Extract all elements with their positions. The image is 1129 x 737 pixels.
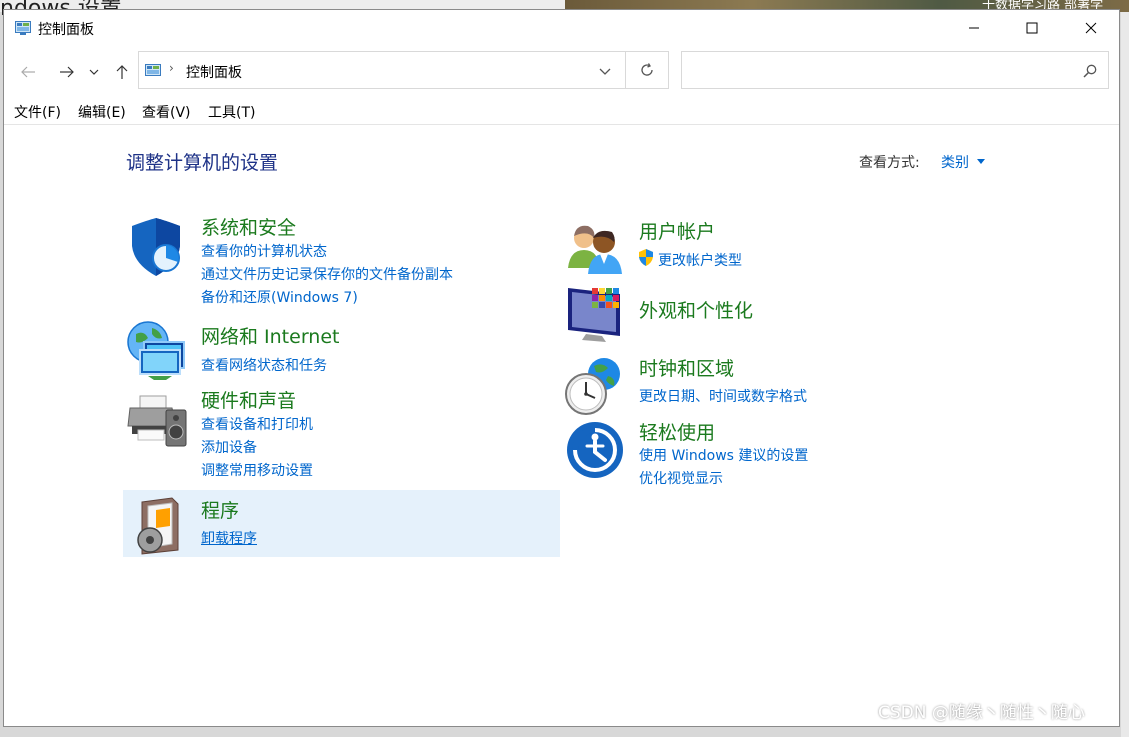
clock-globe-icon[interactable]: [564, 356, 626, 418]
programs-disc-icon[interactable]: [126, 494, 188, 556]
category-hardware-sound[interactable]: 硬件和声音: [201, 386, 296, 413]
minimize-icon: [969, 27, 979, 29]
arrow-right-icon: [60, 66, 74, 78]
menu-tools[interactable]: 工具(T): [208, 102, 255, 122]
menu-file[interactable]: 文件(F): [14, 102, 61, 122]
link-windows-recommended-settings[interactable]: 使用 Windows 建议的设置: [639, 445, 808, 465]
link-mobility-settings[interactable]: 调整常用移动设置: [201, 460, 313, 480]
shield-icon[interactable]: [126, 216, 188, 278]
link-change-date-time-format[interactable]: 更改日期、时间或数字格式: [639, 386, 807, 406]
network-globe-icon[interactable]: [126, 320, 188, 382]
address-bar[interactable]: › 控制面板: [138, 51, 626, 89]
minimize-button[interactable]: [945, 10, 1003, 46]
category-programs[interactable]: 程序: [201, 496, 239, 523]
category-clock-region[interactable]: 时钟和区域: [639, 354, 734, 381]
category-ease-of-access[interactable]: 轻松使用: [639, 418, 715, 445]
view-by-dropdown[interactable]: 类别: [941, 152, 969, 172]
window-title: 控制面板: [38, 22, 94, 38]
forward-button[interactable]: [55, 60, 79, 84]
link-file-history-backup[interactable]: 通过文件历史记录保存你的文件备份副本: [201, 264, 453, 284]
link-devices-printers[interactable]: 查看设备和打印机: [201, 414, 313, 434]
menu-view[interactable]: 查看(V): [142, 102, 191, 122]
breadcrumb-control-panel[interactable]: 控制面板: [186, 62, 242, 82]
link-uninstall-program[interactable]: 卸载程序: [201, 528, 257, 548]
link-view-computer-status[interactable]: 查看你的计算机状态: [201, 241, 327, 261]
refresh-icon: [641, 63, 653, 76]
appearance-monitor-icon[interactable]: [566, 284, 628, 346]
control-panel-window: 控制面板 › 控制面板 文件(F) 编辑(E) 查看(V) 工具(T) 调整计算…: [3, 9, 1120, 727]
navigation-bar: › 控制面板: [4, 50, 1119, 94]
close-icon: [1085, 22, 1097, 34]
user-accounts-icon[interactable]: [566, 220, 628, 282]
desktop-background-edge: [1121, 12, 1129, 737]
category-appearance[interactable]: 外观和个性化: [639, 296, 753, 323]
category-system-security[interactable]: 系统和安全: [201, 213, 296, 240]
uac-shield-icon: [639, 249, 653, 266]
address-history-icon[interactable]: [597, 63, 613, 79]
breadcrumb-separator-icon[interactable]: ›: [169, 61, 174, 75]
category-user-accounts[interactable]: 用户帐户: [639, 217, 715, 244]
arrow-up-icon: [116, 65, 128, 79]
page-title: 调整计算机的设置: [126, 152, 279, 174]
arrow-left-icon: [21, 66, 35, 78]
printer-speaker-icon[interactable]: [126, 386, 188, 448]
watermark: CSDN @随缘丶随性丶随心: [878, 703, 1085, 723]
link-network-status[interactable]: 查看网络状态和任务: [201, 355, 327, 375]
ease-of-access-icon[interactable]: [565, 420, 627, 482]
recent-locations-button[interactable]: [85, 60, 103, 84]
menu-bar: 文件(F) 编辑(E) 查看(V) 工具(T): [4, 98, 1119, 125]
control-panel-icon: [15, 21, 31, 35]
dropdown-caret-icon[interactable]: [977, 159, 985, 164]
back-button[interactable]: [16, 60, 40, 84]
refresh-button[interactable]: [626, 51, 669, 89]
search-icon: [1083, 64, 1097, 78]
search-box[interactable]: [681, 51, 1109, 89]
menu-edit[interactable]: 编辑(E): [78, 102, 126, 122]
maximize-icon: [1026, 22, 1038, 34]
chevron-down-icon: [89, 69, 99, 75]
maximize-button[interactable]: [1003, 10, 1061, 46]
programs-hover-highlight: [123, 490, 560, 557]
up-button[interactable]: [110, 60, 134, 84]
link-change-account-type[interactable]: 更改帐户类型: [658, 250, 742, 270]
control-panel-icon: [145, 64, 161, 76]
close-button[interactable]: [1062, 10, 1120, 46]
view-by-label: 查看方式:: [859, 155, 920, 171]
category-network-internet[interactable]: 网络和 Internet: [201, 322, 339, 349]
title-bar[interactable]: 控制面板: [4, 10, 1119, 46]
link-optimize-visual-display[interactable]: 优化视觉显示: [639, 468, 723, 488]
link-add-device[interactable]: 添加设备: [201, 437, 257, 457]
link-backup-restore[interactable]: 备份和还原(Windows 7): [201, 287, 358, 307]
